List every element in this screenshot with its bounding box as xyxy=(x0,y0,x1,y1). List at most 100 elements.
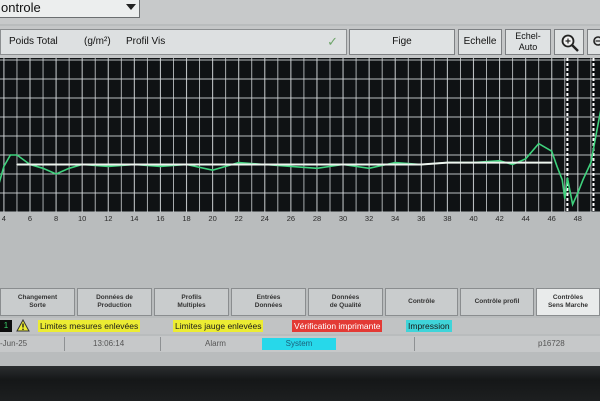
series-2-point xyxy=(185,163,188,166)
series-2-point xyxy=(212,163,214,166)
series-2-point xyxy=(264,163,266,166)
tab-label: Contrôles xyxy=(552,294,584,301)
tab-4[interactable]: Entrées Données xyxy=(231,288,306,316)
series-1-point xyxy=(498,160,501,162)
series-1-point xyxy=(107,165,109,167)
x-tick-label: 14 xyxy=(130,214,139,223)
series-2-point xyxy=(316,163,318,166)
zoom-button[interactable] xyxy=(554,29,584,55)
series-1-point xyxy=(3,165,5,167)
series-1-point xyxy=(582,179,584,181)
x-tick-label: 44 xyxy=(521,214,530,223)
tab-label: Sens Marche xyxy=(547,302,589,309)
chevron-down-icon xyxy=(126,4,136,10)
tab-5[interactable]: Données de Qualité xyxy=(308,288,383,316)
series-1-point xyxy=(564,198,566,200)
x-tick-label: 12 xyxy=(104,214,113,223)
x-tick-label: 10 xyxy=(78,214,87,223)
magnifier-icon xyxy=(561,34,579,52)
top-bar: ontrole xyxy=(0,0,600,24)
alarm-bar: 1 Limites mesures enlevées Limites jauge … xyxy=(0,318,600,334)
warning-icon xyxy=(16,319,30,332)
series-1-point xyxy=(590,162,592,164)
status-system[interactable]: System xyxy=(262,338,336,350)
x-tick-label: 4 xyxy=(1,214,6,223)
mode-dropdown[interactable]: ontrole xyxy=(0,0,140,18)
series-2-point xyxy=(238,163,240,166)
bottom-tab-bar: Changement Sorte Données de Production Profi… xyxy=(0,288,600,318)
series-1-point xyxy=(394,162,396,164)
tab-3[interactable]: Profils Multiples xyxy=(154,288,229,316)
parameter-selector[interactable]: Poids Total (g/m²) Profil Vis ✓ xyxy=(0,29,347,55)
x-tick-label: 26 xyxy=(286,214,296,223)
x-axis-ticks: 4 6 8 10 12 14 16 18 20 22 24 26 28 30 32 34 36 38 40 42 44 4… xyxy=(0,212,600,230)
echel-auto-label-1: Echel- xyxy=(515,31,541,41)
x-tick-label: 46 xyxy=(547,214,556,223)
divider xyxy=(414,337,415,351)
series-1-point xyxy=(9,154,12,156)
x-tick-label: 24 xyxy=(260,214,269,223)
tab-1[interactable]: Changement Sorte xyxy=(0,288,75,316)
check-icon: ✓ xyxy=(327,34,338,49)
series-1-point xyxy=(561,179,563,181)
series-1-point xyxy=(238,162,240,164)
alarm-badge[interactable]: Limites jauge enlevées xyxy=(173,320,264,332)
tab-7[interactable]: Contrôle profil xyxy=(460,288,534,316)
series-2-point xyxy=(368,163,370,166)
x-tick-label: 6 xyxy=(27,214,33,223)
series-2-point xyxy=(81,163,83,166)
series-1-point xyxy=(551,150,553,152)
profile-chart-svg xyxy=(0,58,600,214)
tab-6[interactable]: Contrôle xyxy=(385,288,458,316)
series-1-point xyxy=(316,167,318,169)
tab-label: Contrôle xyxy=(408,298,435,305)
tab-label: Données xyxy=(254,302,283,309)
parameter-name: Poids Total xyxy=(9,36,58,47)
x-tick-label: 38 xyxy=(443,214,452,223)
fige-button[interactable]: Fige xyxy=(349,29,455,55)
tab-label: Entrées xyxy=(256,294,281,301)
mode-dropdown-value: ontrole xyxy=(1,0,41,15)
series-1-point xyxy=(42,167,44,169)
echel-auto-button[interactable]: Echel- Auto xyxy=(505,29,551,55)
parameter-unit: (g/m²) xyxy=(84,36,111,47)
series-1-point xyxy=(55,173,57,175)
tab-8[interactable]: Contrôles Sens Marche xyxy=(536,288,600,316)
x-tick-label: 32 xyxy=(364,214,374,223)
x-tick-label: 20 xyxy=(208,214,217,223)
series-1-point xyxy=(290,165,292,167)
tab-label: Sorte xyxy=(29,302,46,309)
echel-auto-label-2: Auto xyxy=(518,42,538,52)
x-tick-label: 16 xyxy=(156,214,165,223)
series-1-point xyxy=(572,203,574,205)
series-2-point xyxy=(394,163,396,166)
series-2-point xyxy=(55,163,57,166)
series-2-point xyxy=(107,163,109,166)
series-2-point xyxy=(16,163,18,166)
divider xyxy=(160,337,161,351)
series-2-point xyxy=(420,163,422,166)
alarm-badge[interactable]: Vérification imprimante xyxy=(292,320,383,332)
x-tick-label: 18 xyxy=(182,214,191,223)
series-1-point xyxy=(566,177,568,179)
status-alarm[interactable]: Alarm xyxy=(205,338,226,350)
series-2-point xyxy=(551,162,553,164)
echelle-button[interactable]: Echelle xyxy=(458,29,502,55)
series-2-point xyxy=(525,162,527,164)
tab-label: Production xyxy=(97,302,132,309)
x-tick-label: 42 xyxy=(495,214,504,223)
zoom-out-button[interactable] xyxy=(587,29,600,55)
tab-label: Données xyxy=(331,294,360,301)
series-1-point xyxy=(212,169,214,171)
status-time: 13:06:14 xyxy=(93,339,125,348)
magnifier-minus-icon xyxy=(593,36,600,46)
alarm-badge[interactable]: Impression xyxy=(406,320,452,332)
series-1-point xyxy=(525,158,527,160)
tab-label: Changement xyxy=(17,294,58,301)
alarm-badge[interactable]: Limites mesures enlevées xyxy=(38,320,141,332)
series-1-point xyxy=(159,165,162,167)
tab-2[interactable]: Données de Production xyxy=(77,288,152,316)
series-2-point xyxy=(446,162,448,164)
status-date: -Jun-25 xyxy=(0,339,28,348)
series-1-point xyxy=(598,120,600,122)
